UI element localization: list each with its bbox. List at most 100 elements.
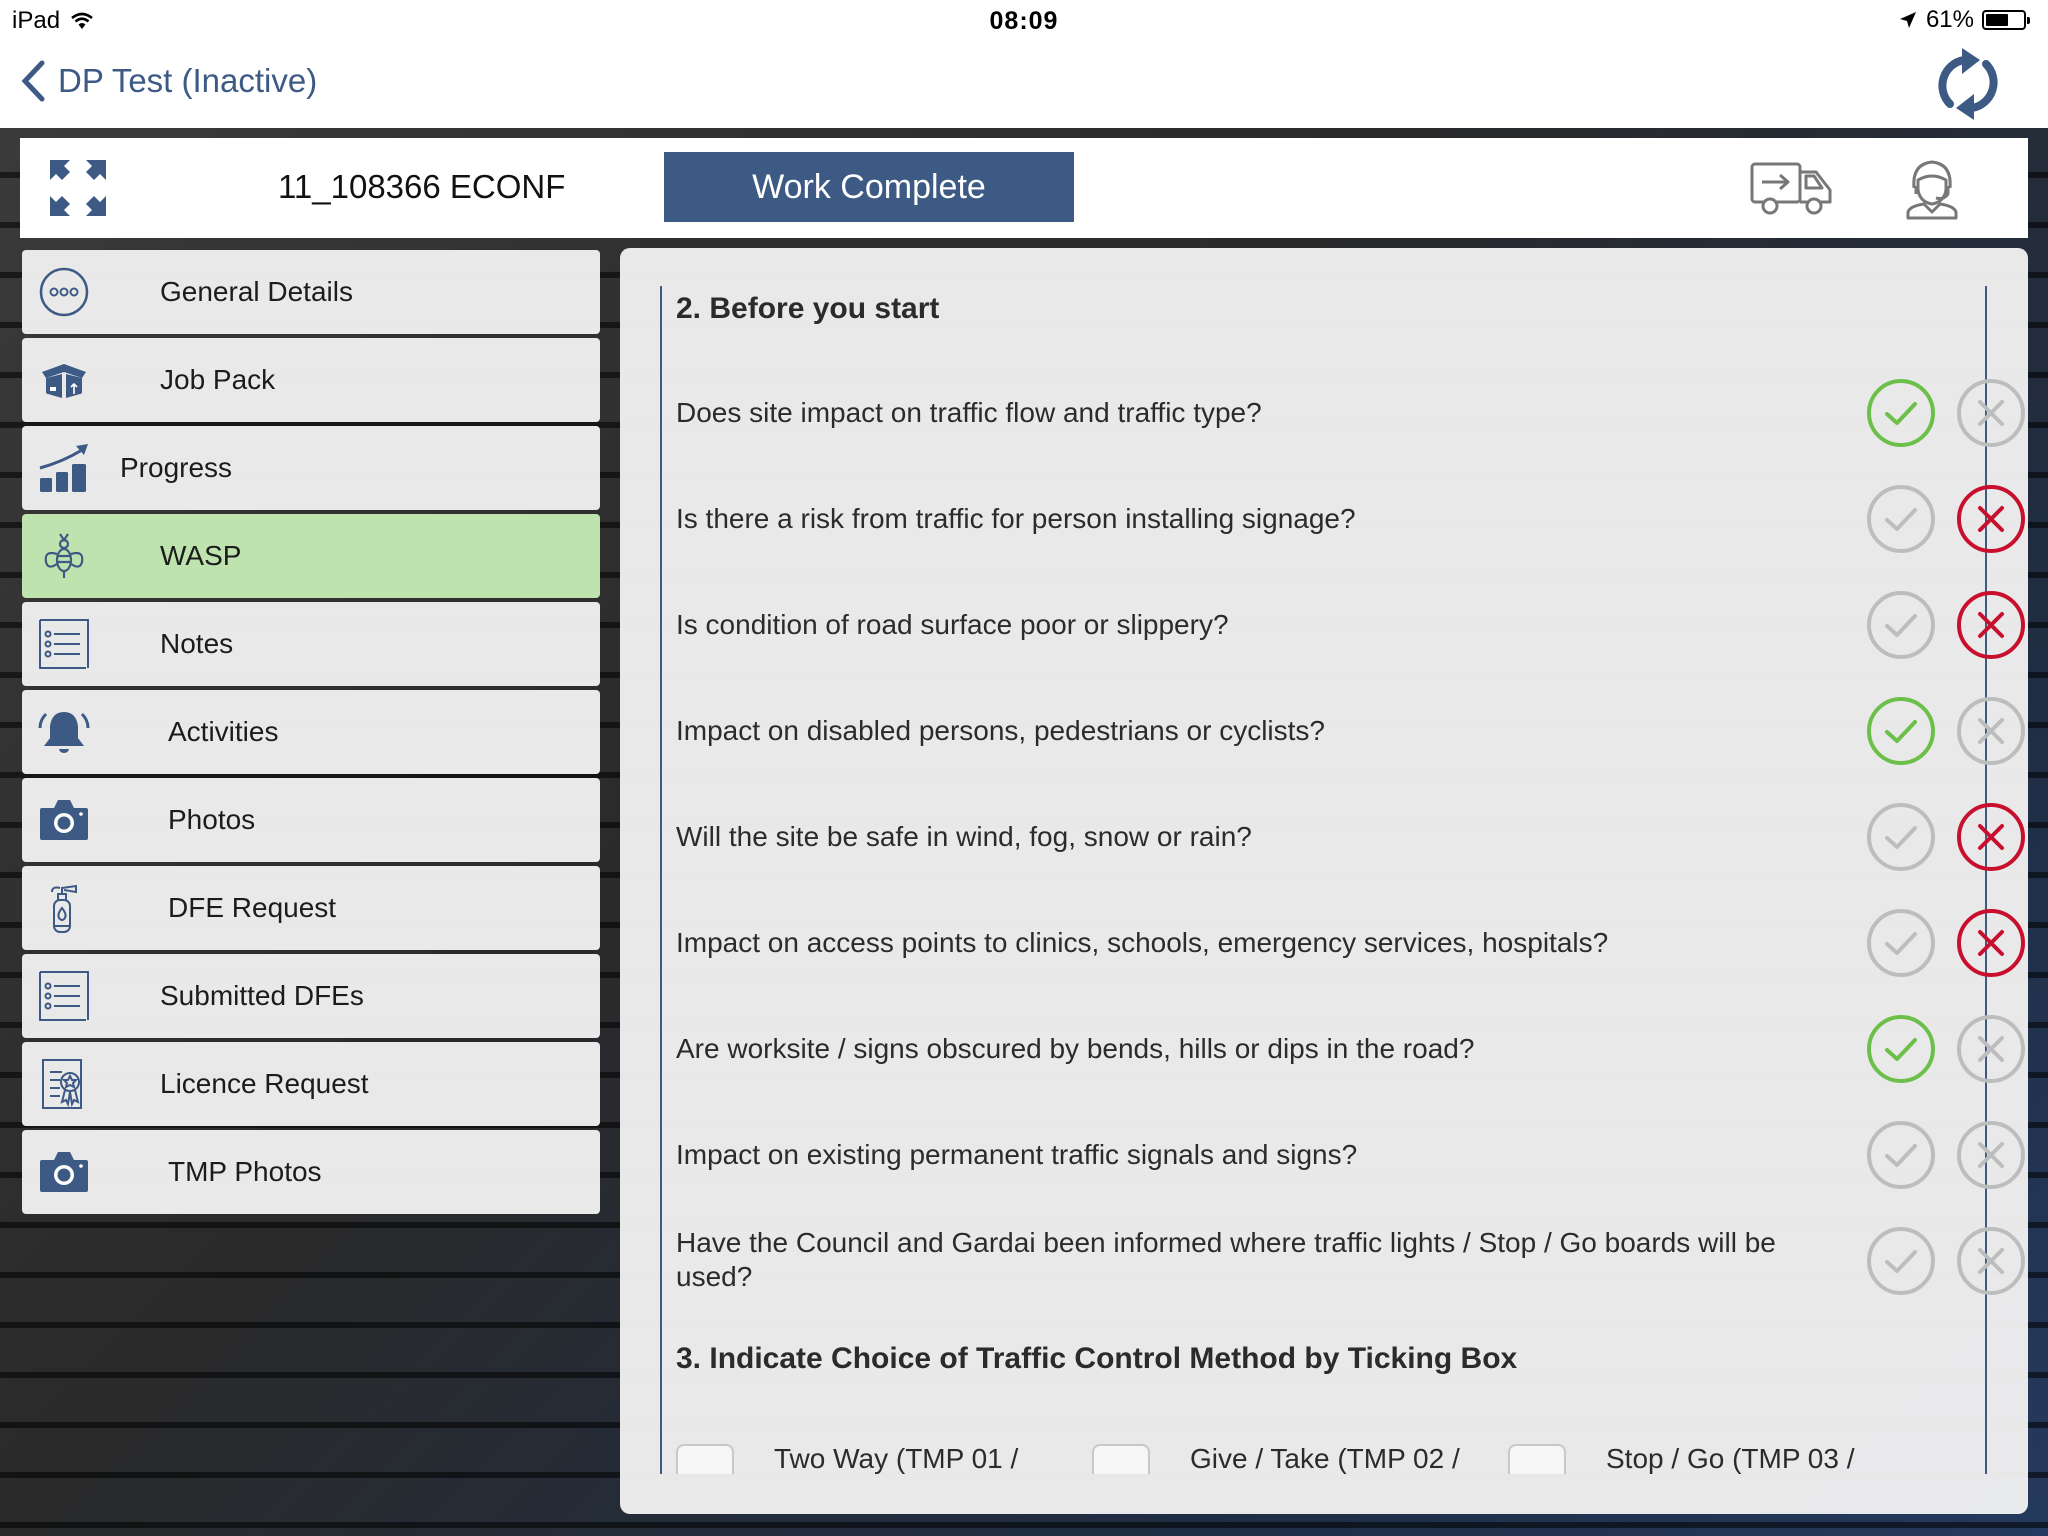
sidebar-item-label: WASP (160, 540, 242, 571)
question-text: Impact on access points to clinics, scho… (676, 927, 1609, 958)
sidebar-item-label: Progress (120, 452, 233, 483)
x-circle-icon (1957, 1227, 2025, 1295)
back-button[interactable]: DP Test (Inactive) (20, 60, 317, 102)
wasp-form-panel: 2. Before you start Does site impact on … (620, 248, 2028, 1514)
question-text: Will the site be safe in wind, fog, snow… (676, 821, 1252, 852)
traffic-method-options: Two Way (TMP 01 / Give / Take (TMP 02 / … (676, 1444, 1966, 1474)
question-text: Does site impact on traffic flow and tra… (676, 397, 1262, 428)
method-label: Stop / Go (TMP 03 / (1606, 1444, 1855, 1474)
answer-yes-button[interactable] (1866, 908, 1936, 978)
check-circle-icon (1867, 379, 1935, 447)
work-complete-button[interactable]: Work Complete (664, 152, 1074, 222)
sidebar-item-submitted-dfes[interactable]: Submitted DFEs (22, 954, 600, 1038)
answer-no-button[interactable] (1956, 1226, 2026, 1296)
sidebar-item-label: Job Pack (160, 364, 276, 395)
answer-yes-button[interactable] (1866, 590, 1936, 660)
method-option-give-take[interactable]: Give / Take (TMP 02 / (1092, 1444, 1460, 1474)
section-3-title: 3. Indicate Choice of Traffic Control Me… (676, 1342, 1518, 1375)
battery-icon (1982, 10, 2030, 30)
section-2-title: 2. Before you start (676, 292, 940, 325)
sidebar-item-licence-request[interactable]: Licence Request (22, 1042, 600, 1126)
sidebar-item-label: Submitted DFEs (160, 980, 364, 1011)
question-text: Are worksite / signs obscured by bends, … (676, 1033, 1475, 1064)
answer-no-button[interactable] (1956, 1120, 2026, 1190)
extinguisher-icon (51, 884, 77, 933)
method-option-stop-go[interactable]: Stop / Go (TMP 03 / (1508, 1444, 1854, 1474)
sidebar-item-label: DFE Request (168, 892, 337, 923)
answer-no-button[interactable] (1956, 590, 2026, 660)
answer-no-button[interactable] (1956, 908, 2026, 978)
sidebar-item-label: Photos (168, 804, 256, 835)
answer-yes-button[interactable] (1866, 1120, 1936, 1190)
answer-no-button[interactable] (1956, 696, 2026, 766)
sidebar-item-label: Notes (160, 628, 234, 659)
battery-fill (1986, 14, 2008, 26)
x-circle-icon (1957, 803, 2025, 871)
check-circle-icon (1867, 591, 1935, 659)
bell-icon (38, 712, 90, 753)
list-icon (39, 971, 89, 1021)
sidebar-item-general-details[interactable]: General Details (22, 250, 600, 334)
battery-percent: 61% (1925, 6, 1974, 33)
x-circle-icon (1957, 697, 2025, 765)
bee-icon (44, 533, 84, 578)
check-circle-icon (1867, 1121, 1935, 1189)
answer-no-button[interactable] (1956, 802, 2026, 872)
x-circle-icon (1957, 485, 2025, 553)
answer-no-button[interactable] (1956, 1014, 2026, 1084)
sidebar-item-job-pack[interactable]: Job Pack (22, 338, 600, 422)
answer-yes-button[interactable] (1866, 1226, 1936, 1296)
x-circle-icon (1957, 909, 2025, 977)
sidebar-item-label: General Details (160, 276, 353, 307)
sidebar-item-wasp[interactable]: WASP (22, 514, 600, 598)
sidebar-item-notes[interactable]: Notes (22, 602, 600, 686)
check-circle-icon (1867, 1227, 1935, 1295)
sidebar-item-photos[interactable]: Photos (22, 778, 600, 862)
checkbox[interactable] (676, 1444, 734, 1474)
answer-no-button[interactable] (1956, 378, 2026, 448)
answer-yes-button[interactable] (1866, 1014, 1936, 1084)
question-text: Impact on existing permanent traffic sig… (676, 1139, 1358, 1170)
location-arrow-icon (1899, 12, 1916, 28)
sidebar-item-tmp-photos[interactable]: TMP Photos (22, 1130, 600, 1214)
check-circle-icon (1867, 485, 1935, 553)
sidebar-item-dfe-request[interactable]: DFE Request (22, 866, 600, 950)
check-circle-icon (1867, 909, 1935, 977)
question-text: Is condition of road surface poor or sli… (676, 609, 1229, 640)
sidebar-item-label: TMP Photos (168, 1156, 322, 1187)
x-circle-icon (1957, 1015, 2025, 1083)
answer-yes-button[interactable] (1866, 378, 1936, 448)
sidebar-item-progress[interactable]: Progress (22, 426, 600, 510)
sidebar-item-activities[interactable]: Activities (22, 690, 600, 774)
answer-no-button[interactable] (1956, 484, 2026, 554)
method-label: Two Way (TMP 01 / (774, 1444, 1019, 1474)
sidebar: General Details Job Pack Progress WASP N… (22, 250, 600, 1218)
answer-yes-button[interactable] (1866, 484, 1936, 554)
x-circle-icon (1957, 379, 2025, 447)
job-header-bar: 11_108366 ECONF Work Complete (20, 138, 2028, 238)
status-right: 61% (1898, 6, 2030, 34)
camera-icon (40, 800, 88, 840)
answer-yes-button[interactable] (1866, 802, 1936, 872)
sidebar-item-label: Activities (168, 716, 279, 747)
check-circle-icon (1867, 1015, 1935, 1083)
more-circle-icon (39, 267, 89, 317)
support-agent-icon[interactable] (1904, 158, 1960, 220)
method-option-two-way[interactable]: Two Way (TMP 01 / (676, 1444, 1018, 1474)
answer-yes-button[interactable] (1866, 696, 1936, 766)
chevron-left-icon (21, 60, 45, 102)
camera-icon (40, 1152, 88, 1192)
method-label: Give / Take (TMP 02 / (1190, 1444, 1460, 1474)
delivery-truck-icon[interactable] (1750, 160, 1834, 216)
refresh-icon[interactable] (1928, 44, 2008, 124)
job-id: 11_108366 ECONF (278, 168, 566, 205)
certificate-icon (42, 1059, 82, 1109)
sidebar-item-label: Licence Request (160, 1068, 369, 1099)
x-circle-icon (1957, 591, 2025, 659)
chart-growth-icon (39, 444, 88, 492)
checkbox[interactable] (1092, 1444, 1150, 1474)
checkbox[interactable] (1508, 1444, 1566, 1474)
expand-icon[interactable] (48, 158, 108, 218)
status-time: 08:09 (989, 7, 1059, 35)
back-label: DP Test (Inactive) (58, 62, 318, 99)
